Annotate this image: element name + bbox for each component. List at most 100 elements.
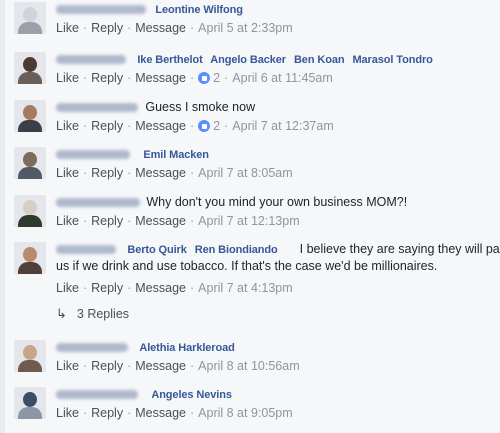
avatar-head [23, 105, 37, 120]
tagged-name[interactable]: Ike Berthelot [137, 54, 202, 66]
timestamp[interactable]: April 8 at 9:05pm [198, 406, 293, 420]
author-name-blurred[interactable] [56, 150, 130, 160]
message-link[interactable]: Message [135, 166, 186, 180]
avatar-head [23, 247, 37, 262]
avatar-body [18, 407, 42, 419]
thumbs-up-icon [198, 120, 211, 132]
reply-link[interactable]: Reply [91, 406, 123, 420]
timestamp[interactable]: April 7 at 12:13pm [198, 214, 299, 228]
reply-link[interactable]: Reply [91, 359, 123, 373]
avatar-head [23, 7, 37, 22]
tagged-names: Emil Macken [143, 149, 214, 161]
like-count[interactable]: 2 [198, 119, 220, 133]
comment-actions: Like · Reply · Message · 2 · April 7 at 12:3… [56, 119, 334, 133]
comment-actions: Like · Reply · Message · April 5 at 2:33pm [56, 21, 293, 35]
comment-actions: Like · Reply · Message · April 7 at 8:05am [56, 166, 293, 180]
message-link[interactable]: Message [135, 119, 186, 133]
comment-line: Leontine Wilfong [56, 2, 490, 19]
like-link[interactable]: Like [56, 166, 79, 180]
author-name-blurred[interactable] [56, 343, 128, 353]
comment-line: Angeles Nevins [56, 387, 490, 404]
reply-link[interactable]: Reply [91, 21, 123, 35]
avatar-body [18, 360, 42, 372]
comment-text: Guess I smoke now [145, 100, 256, 114]
like-link[interactable]: Like [56, 119, 79, 133]
message-link[interactable]: Message [135, 21, 186, 35]
avatar-head [23, 57, 37, 72]
comment-line: Guess I smoke now [56, 100, 490, 117]
avatar-head [23, 152, 37, 167]
avatar[interactable] [14, 340, 46, 372]
comment-line: Emil Macken [56, 147, 490, 164]
like-link[interactable]: Like [56, 406, 79, 420]
timestamp[interactable]: April 7 at 4:13pm [198, 281, 293, 295]
tagged-name[interactable]: Leontine Wilfong [155, 4, 243, 16]
tagged-name[interactable]: Marasol Tondro [352, 54, 432, 66]
like-link[interactable]: Like [56, 21, 79, 35]
tagged-names: Leontine Wilfong [155, 4, 248, 16]
avatar-body [18, 22, 42, 34]
comment-line: us if we drink and use tobacco. If that'… [56, 259, 490, 276]
avatar-head [23, 200, 37, 215]
avatar[interactable] [14, 387, 46, 419]
author-name-blurred[interactable] [56, 245, 116, 255]
avatar[interactable] [14, 2, 46, 34]
tagged-name[interactable]: Angelo Backer [210, 54, 286, 66]
timestamp[interactable]: April 7 at 12:37am [232, 119, 333, 133]
tagged-name[interactable]: Emil Macken [143, 149, 209, 161]
comment-text: I believe they are saying they will pay [299, 242, 500, 256]
tagged-name[interactable]: Ben Koan [294, 54, 345, 66]
like-count[interactable]: 2 [198, 71, 220, 85]
tagged-names: Ike Berthelot Angelo Backer Ben Koan Mar… [137, 54, 437, 66]
tagged-names: Angeles Nevins [151, 389, 237, 401]
reply-link[interactable]: Reply [91, 214, 123, 228]
author-name-blurred[interactable] [56, 390, 138, 400]
comment-actions: Like · Reply · Message · April 7 at 4:13pm [56, 281, 293, 295]
avatar[interactable] [14, 195, 46, 227]
avatar[interactable] [14, 52, 46, 84]
timestamp[interactable]: April 7 at 8:05am [198, 166, 293, 180]
timestamp[interactable]: April 6 at 11:45am [232, 71, 333, 85]
like-link[interactable]: Like [56, 359, 79, 373]
message-link[interactable]: Message [135, 214, 186, 228]
avatar-body [18, 167, 42, 179]
message-link[interactable]: Message [135, 281, 186, 295]
tagged-name[interactable]: Angeles Nevins [151, 389, 232, 401]
avatar-head [23, 345, 37, 360]
author-name-blurred[interactable] [56, 55, 126, 65]
avatar-body [18, 72, 42, 84]
tagged-name[interactable]: Berto Quirk [127, 244, 187, 256]
avatar-body [18, 120, 42, 132]
message-link[interactable]: Message [135, 406, 186, 420]
comment-line: Why don't you mind your own business MOM… [56, 195, 490, 212]
like-link[interactable]: Like [56, 214, 79, 228]
author-name-blurred[interactable] [56, 198, 140, 208]
comment-thread: Leontine Wilfong Like · Reply · Message · A… [0, 0, 500, 433]
avatar[interactable] [14, 100, 46, 132]
timestamp[interactable]: April 8 at 10:56am [198, 359, 299, 373]
comment-line: Alethia Harkleroad [56, 340, 490, 357]
reply-link[interactable]: Reply [91, 71, 123, 85]
tagged-name[interactable]: Alethia Harkleroad [139, 342, 235, 354]
reply-link[interactable]: Reply [91, 166, 123, 180]
comment-actions: Like · Reply · Message · April 7 at 12:13pm [56, 214, 300, 228]
view-replies-link[interactable]: ↳ 3 Replies [56, 306, 129, 322]
reply-link[interactable]: Reply [91, 119, 123, 133]
tagged-name[interactable]: Ren Biondiando [195, 244, 278, 256]
comment-actions: Like · Reply · Message · 2 · April 6 at 11:4… [56, 71, 333, 85]
author-name-blurred[interactable] [56, 5, 146, 15]
reply-link[interactable]: Reply [91, 281, 123, 295]
avatar[interactable] [14, 147, 46, 179]
left-edge [0, 0, 5, 433]
comment-actions: Like · Reply · Message · April 8 at 10:56am [56, 359, 300, 373]
like-link[interactable]: Like [56, 281, 79, 295]
thumbs-up-icon [198, 72, 211, 84]
like-link[interactable]: Like [56, 71, 79, 85]
author-name-blurred[interactable] [56, 103, 138, 113]
message-link[interactable]: Message [135, 71, 186, 85]
timestamp[interactable]: April 5 at 2:33pm [198, 21, 293, 35]
avatar[interactable] [14, 242, 46, 274]
avatar-body [18, 215, 42, 227]
replies-count[interactable]: 3 Replies [77, 307, 129, 321]
message-link[interactable]: Message [135, 359, 186, 373]
